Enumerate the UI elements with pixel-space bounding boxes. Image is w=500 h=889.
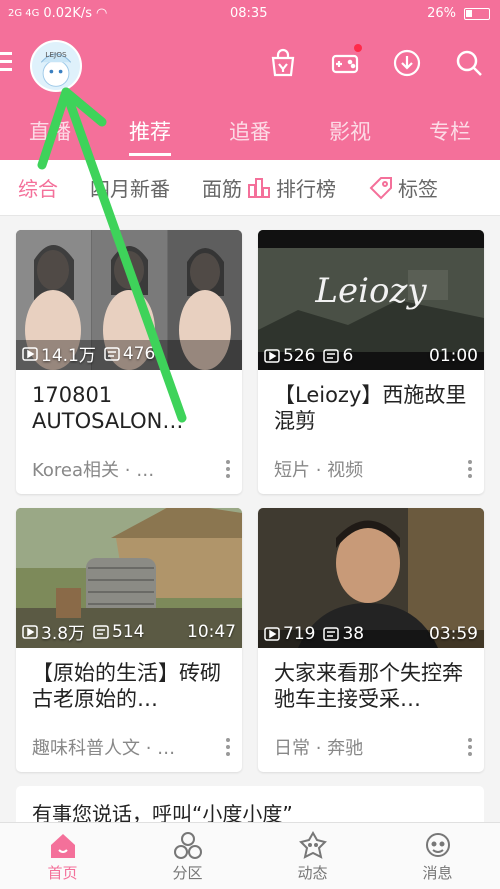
view-count-value: 719 [283, 624, 316, 644]
danmaku-count-value: 6 [342, 346, 354, 366]
avatar[interactable]: LEJOS [30, 40, 82, 92]
view-count-value: 3.8万 [41, 624, 86, 644]
video-title: 【Leiozy】西施故里混剪 [274, 383, 467, 433]
nav-categories-label: 分区 [172, 863, 203, 882]
signal-indicator: 2G 4G [8, 8, 40, 19]
danmaku-count-value: 514 [112, 621, 145, 642]
danmaku-icon [323, 627, 340, 641]
game-center-icon[interactable] [330, 44, 362, 78]
tab-movies[interactable]: 影视 [329, 110, 371, 156]
video-thumbnail: 14.1万 476 [16, 230, 242, 370]
avatar-label: LEJOS [45, 50, 67, 59]
video-title: 【原始的生活】砖砌古老原始的… [32, 661, 221, 711]
danmaku-count: 38 [323, 624, 364, 644]
menu-icon[interactable] [0, 52, 14, 74]
video-card[interactable]: Leiozy 526 6 01:00 【Leiozy】西施故里混剪 短片 · 视… [258, 230, 484, 494]
status-bar: 2G 4G 0.02K/s ◠ 08:35 26% [0, 0, 500, 28]
video-card[interactable]: 3.8万 514 10:47 【原始的生活】砖砌古老原始的… 趣味科普人文 · … [16, 508, 242, 772]
messages-icon [425, 832, 450, 857]
tab-live[interactable]: 直播 [29, 110, 71, 156]
video-duration: 10:47 [187, 621, 236, 642]
play-icon [264, 627, 280, 641]
video-category: 趣味科普人文 · … [32, 738, 176, 759]
video-category: Korea相关 · … [32, 460, 155, 481]
wifi-icon: ◠ [96, 6, 108, 21]
tags-button[interactable]: 标签 [368, 173, 438, 202]
more-icon[interactable] [468, 460, 472, 478]
battery-percent: 26% [427, 6, 456, 21]
play-icon [264, 349, 280, 363]
view-count: 14.1万 [22, 341, 96, 366]
danmaku-count: 476 [104, 344, 155, 364]
play-icon [22, 624, 38, 639]
danmaku-count-value: 38 [342, 624, 365, 644]
clock: 08:35 [230, 6, 268, 21]
more-icon[interactable] [226, 460, 230, 478]
download-icon[interactable] [392, 48, 422, 78]
bottom-nav: 首页 分区 动态 消息 [0, 822, 500, 889]
tab-column[interactable]: 专栏 [429, 110, 471, 156]
video-title: 大家来看那个失控奔驰车主接受采… [274, 661, 463, 711]
view-count-value: 14.1万 [41, 346, 96, 366]
search-icon[interactable] [454, 48, 484, 78]
notification-dot [354, 44, 362, 52]
more-icon[interactable] [468, 738, 472, 756]
video-thumbnail: 3.8万 514 10:47 [16, 508, 242, 648]
filter-all[interactable]: 综合 [18, 173, 58, 202]
view-count-value: 526 [283, 346, 316, 366]
nav-feed-label: 动态 [297, 863, 328, 882]
danmaku-count-value: 476 [122, 343, 156, 364]
filter-april-anime[interactable]: 四月新番 [90, 173, 170, 202]
ranking-icon [248, 177, 270, 198]
tab-follow-anime[interactable]: 追番 [229, 110, 271, 156]
more-icon[interactable] [226, 738, 230, 756]
shop-icon[interactable] [268, 48, 298, 78]
video-duration: 03:59 [429, 624, 478, 644]
nav-messages[interactable]: 消息 [398, 830, 478, 883]
ranking-button[interactable]: 排行榜 [246, 173, 336, 202]
home-icon [50, 833, 75, 858]
network-speed: 0.02K/s [43, 6, 93, 21]
danmaku-icon [323, 349, 340, 363]
view-count: 526 [264, 346, 315, 366]
danmaku-count: 514 [93, 621, 145, 642]
nav-feed[interactable]: 动态 [273, 830, 353, 883]
nav-categories[interactable]: 分区 [148, 830, 228, 883]
feed-icon [298, 830, 327, 859]
video-title: 170801 AUTOSALON… [32, 383, 184, 433]
nav-home-label: 首页 [47, 863, 78, 882]
main-tabs: 直播 推荐 追番 影视 专栏 [0, 110, 500, 156]
tab-recommend[interactable]: 推荐 [129, 110, 171, 156]
tags-label: 标签 [398, 177, 438, 201]
filter-bar: 综合 四月新番 面筋 排行榜 标签 [0, 160, 500, 216]
ranking-label: 排行榜 [276, 177, 336, 201]
filter-tendon[interactable]: 面筋 [202, 173, 242, 202]
view-count: 3.8万 [22, 619, 85, 644]
nav-home[interactable]: 首页 [23, 830, 103, 883]
danmaku-icon [104, 346, 120, 361]
play-icon [22, 346, 38, 361]
video-duration: 01:00 [429, 346, 478, 366]
danmaku-icon [93, 624, 109, 639]
tag-icon [369, 176, 392, 199]
video-card[interactable]: 14.1万 476 170801 AUTOSALON… Korea相关 · … [16, 230, 242, 494]
nav-messages-label: 消息 [422, 863, 453, 882]
danmaku-count: 6 [323, 346, 353, 366]
view-count: 719 [264, 624, 315, 644]
app-header: 2G 4G 0.02K/s ◠ 08:35 26% LEJOS 直播 推荐 追番… [0, 0, 500, 160]
video-category: 日常 · 奔驰 [274, 738, 364, 759]
video-card[interactable]: 719 38 03:59 大家来看那个失控奔驰车主接受采… 日常 · 奔驰 [258, 508, 484, 772]
battery-icon [464, 7, 490, 20]
categories-icon [173, 831, 202, 859]
top-bar: LEJOS [0, 36, 500, 96]
thumbnail-logo-text: Leiozy [314, 271, 427, 311]
video-thumbnail: 719 38 03:59 [258, 508, 484, 648]
video-thumbnail: Leiozy 526 6 01:00 [258, 230, 484, 370]
video-category: 短片 · 视频 [274, 460, 364, 481]
